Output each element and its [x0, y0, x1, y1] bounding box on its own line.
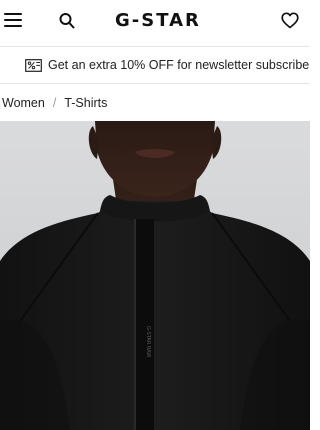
promo-text: Get an extra 10% OFF for newsletter subs… — [48, 58, 310, 72]
site-header: G-STAR — [0, 0, 310, 44]
breadcrumb-separator: / — [52, 96, 57, 110]
breadcrumb-link-t-shirts[interactable]: T-Shirts — [64, 96, 107, 110]
product-photo: G-STAR RAW — [0, 121, 310, 430]
promo-banner[interactable]: Get an extra 10% OFF for newsletter subs… — [0, 46, 310, 84]
brand-logo[interactable]: G-STAR — [115, 10, 221, 32]
heart-icon[interactable] — [281, 12, 299, 29]
hamburger-menu-icon[interactable] — [4, 13, 22, 28]
garment-print: G-STAR RAW — [145, 326, 151, 357]
envelope-percent-icon — [25, 58, 42, 72]
search-icon[interactable] — [59, 12, 75, 30]
breadcrumb: Women / T-Shirts — [2, 94, 107, 112]
breadcrumb-link-women[interactable]: Women — [2, 96, 45, 110]
product-image[interactable]: G-STAR RAW — [0, 121, 310, 430]
